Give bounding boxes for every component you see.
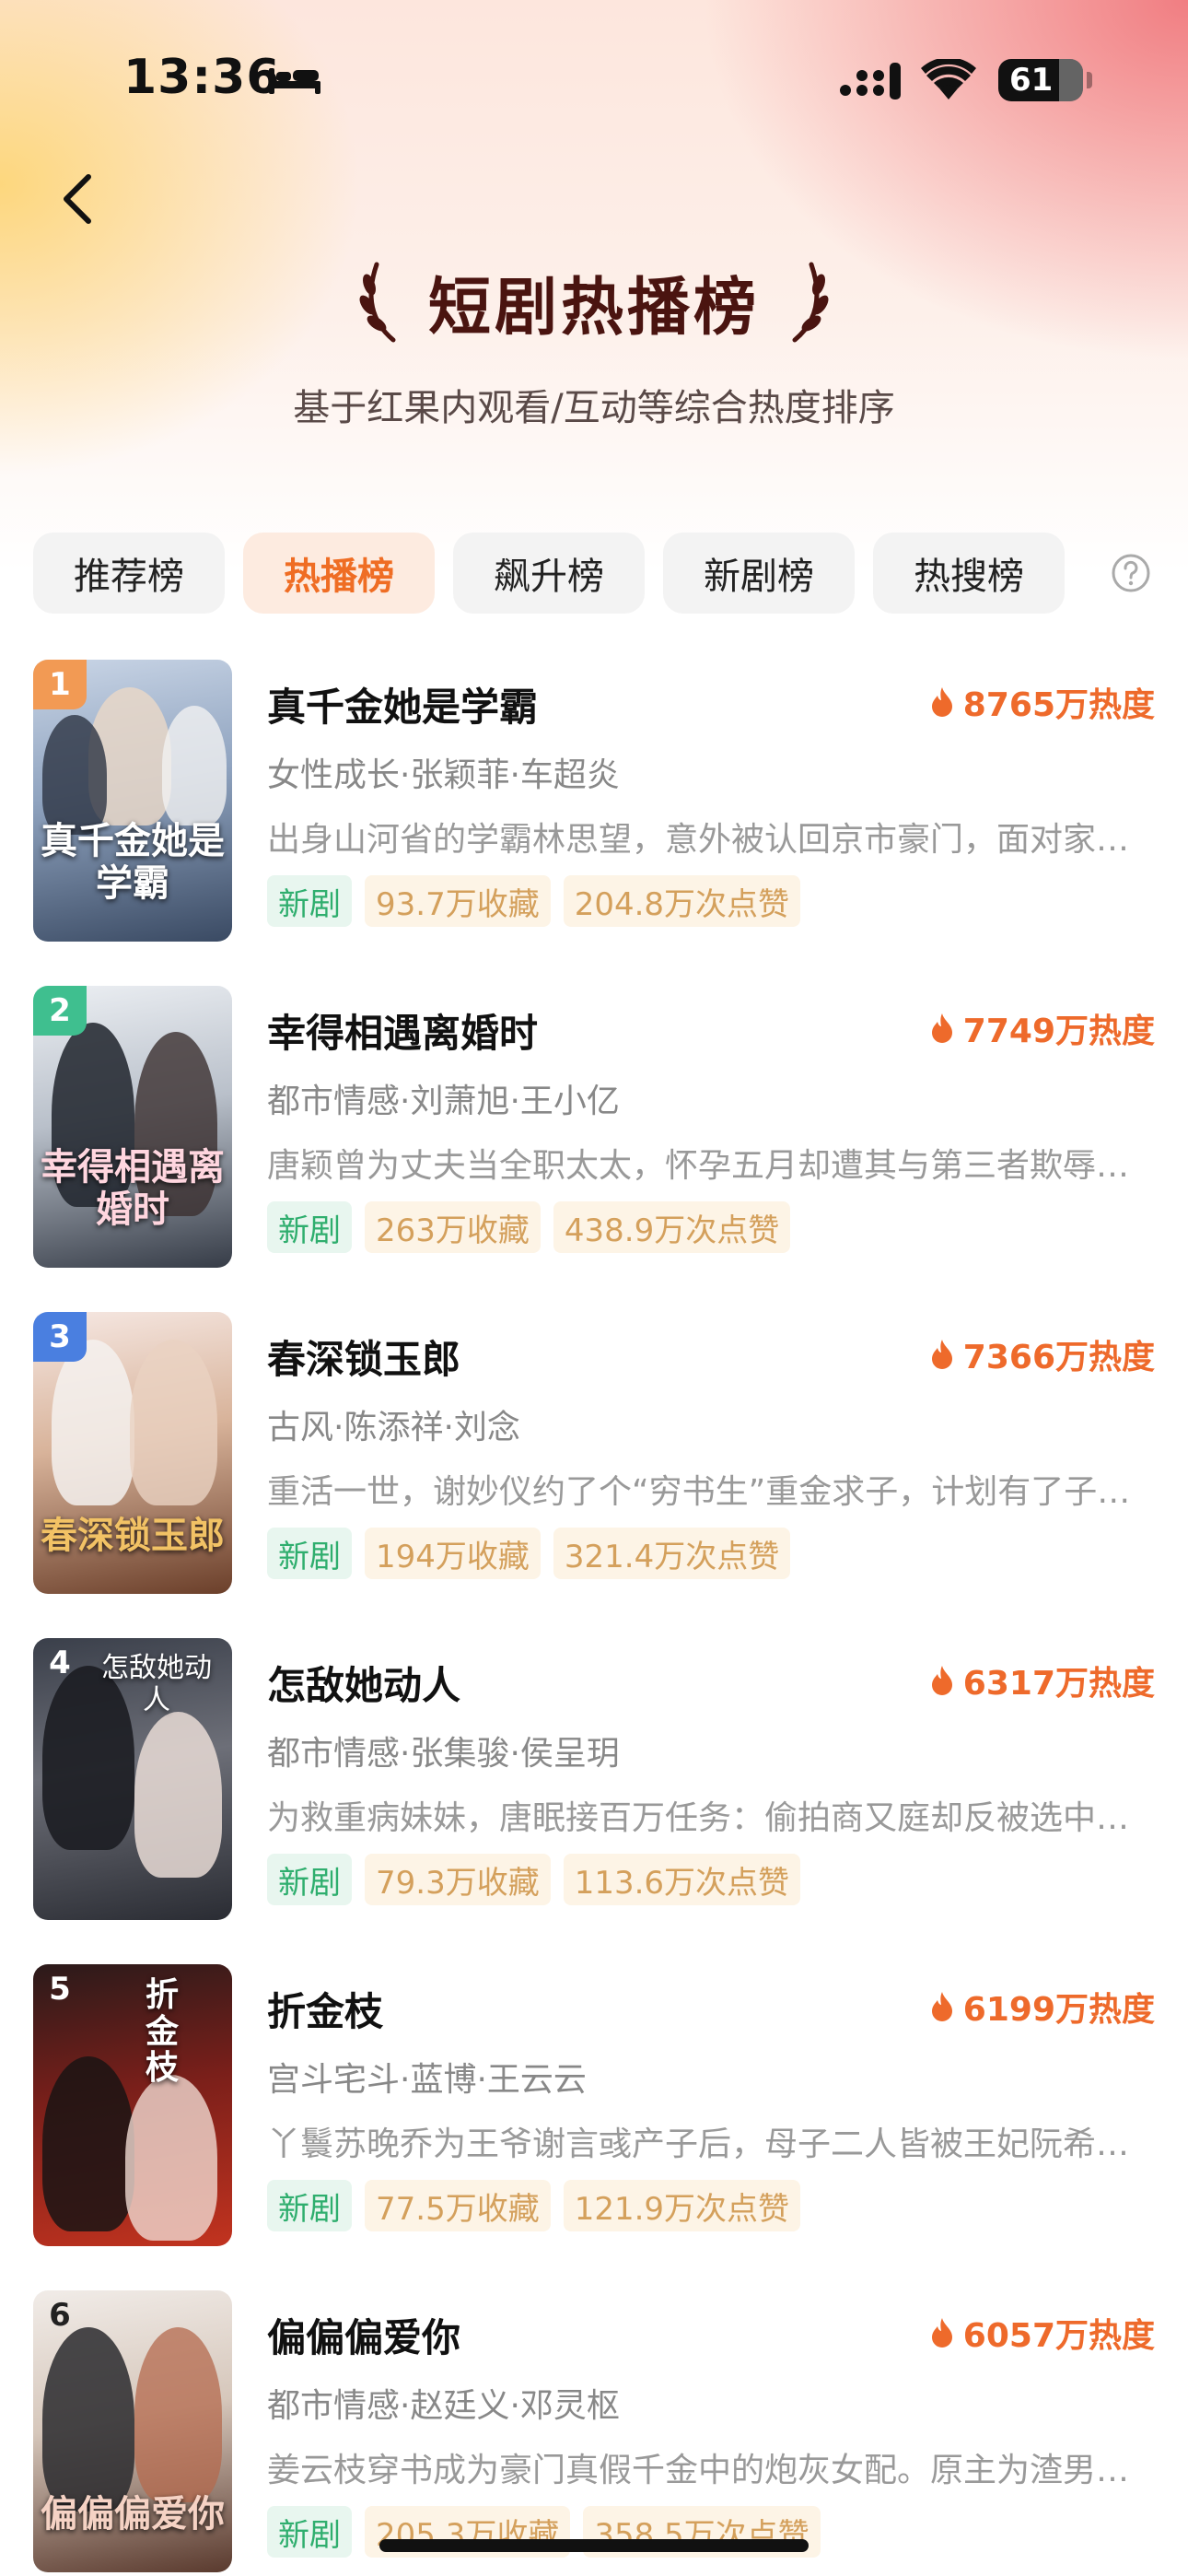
page-title: 短剧热播榜 [427,271,760,345]
status-bar: 13:36 61 [0,0,1188,157]
rank-badge: 5 [49,1971,71,2008]
genre-cast: 宫斗宅斗·蓝博·王云云 [267,2061,587,2099]
help-icon[interactable] [1111,553,1151,593]
flame-icon [931,1666,952,1695]
flame-icon [931,687,952,717]
drama-cover[interactable]: 3 春深锁玉郎 [33,1312,232,1594]
likes-count: 113.6万次点赞 [563,1854,801,1905]
flame-icon [931,1992,952,2021]
tab-hot-playing[interactable]: 热播榜 [243,533,435,614]
synopsis: 出身山河省的学霸林思望，意外被认回京市豪门，面对家… [267,821,1130,859]
heat-score: 6057万热度 [930,2309,1155,2357]
heat-value: 6199万热度 [962,1991,1155,2029]
heat-score: 7366万热度 [930,1330,1155,1378]
likes-count: 438.9万次点赞 [553,1201,791,1253]
new-badge: 新剧 [267,1854,352,1905]
genre-cast: 都市情感·张集骏·侯呈玥 [267,1735,620,1773]
drama-title: 春深锁玉郎 [267,1337,461,1382]
new-badge: 新剧 [267,1201,352,1253]
cover-title: 怎敌她动人 [101,1652,212,1716]
heat-value: 6317万热度 [962,1665,1155,1703]
likes-count: 204.8万次点赞 [563,875,801,927]
list-item[interactable]: 4 怎敌她动人 怎敌她动人 6317万热度 都市情感·张集骏·侯呈玥 为救重病妹… [0,1634,1188,1961]
cover-title: 真千金她是学霸 [41,819,225,905]
favorites-count: 77.5万收藏 [365,2180,551,2231]
genre-cast: 古风·陈添祥·刘念 [267,1409,520,1446]
new-badge: 新剧 [267,2180,352,2231]
status-time: 13:36 [123,50,281,105]
drama-cover[interactable]: 5 折金枝 [33,1964,232,2246]
heat-score: 6317万热度 [930,1657,1155,1704]
list-item[interactable]: 3 春深锁玉郎 春深锁玉郎 7366万热度 古风·陈添祥·刘念 重活一世，谢妙仪… [0,1308,1188,1634]
rank-badge: 1 [33,660,87,709]
favorites-count: 93.7万收藏 [365,875,551,927]
drama-cover[interactable]: 6 偏偏偏爱你 [33,2290,232,2572]
new-badge: 新剧 [267,875,352,927]
drama-title: 真千金她是学霸 [267,685,539,730]
rank-badge: 4 [49,1645,71,1681]
synopsis: 唐颖曾为丈夫当全职太太，怀孕五月却遭其与第三者欺辱… [267,1147,1130,1185]
genre-cast: 都市情感·刘萧旭·王小亿 [267,1083,620,1120]
cellular-signal-icon [840,63,901,100]
rank-badge: 2 [33,986,87,1036]
new-badge: 新剧 [267,1528,352,1579]
list-item[interactable]: 2 幸得相遇离婚时 幸得相遇离婚时 7749万热度 都市情感·刘萧旭·王小亿 唐… [0,982,1188,1308]
favorites-count: 79.3万收藏 [365,1854,551,1905]
tab-rising[interactable]: 飙升榜 [453,533,645,614]
drama-cover[interactable]: 4 怎敌她动人 [33,1638,232,1920]
synopsis: 为救重病妹妹，唐眠接百万任务：偷拍商又庭却反被选中… [267,1799,1130,1837]
drama-cover[interactable]: 1 真千金她是学霸 [33,660,232,942]
battery-indicator: 61 [998,59,1092,101]
synopsis: 姜云枝穿书成为豪门真假千金中的炮灰女配。原主为渣男… [267,2452,1130,2489]
favorites-count: 263万收藏 [365,1201,541,1253]
cover-title: 春深锁玉郎 [41,1514,225,1557]
likes-count: 321.4万次点赞 [553,1528,791,1579]
cover-title: 折金枝 [145,1975,179,2088]
flame-icon [931,1340,952,1369]
list-item[interactable]: 5 折金枝 折金枝 6199万热度 宫斗宅斗·蓝博·王云云 丫鬟苏晚乔为王爷谢言… [0,1961,1188,2287]
heat-value: 6057万热度 [962,2317,1155,2355]
tab-new-drama[interactable]: 新剧榜 [663,533,855,614]
favorites-count: 194万收藏 [365,1528,541,1579]
sleep-focus-icon [269,68,320,94]
new-badge: 新剧 [267,2506,352,2558]
laurel-left-icon [359,262,396,343]
drama-list: 1 真千金她是学霸 真千金她是学霸 8765万热度 女性成长·张颖菲·车超炎 出… [0,656,1188,2576]
drama-title: 偏偏偏爱你 [267,2315,461,2360]
heat-value: 7749万热度 [962,1013,1155,1050]
wifi-icon [921,59,976,100]
heat-score: 8765万热度 [930,678,1155,726]
heat-score: 6199万热度 [930,1983,1155,2031]
list-item[interactable]: 6 偏偏偏爱你 偏偏偏爱你 6057万热度 都市情感·赵廷义·邓灵枢 姜云枝穿书… [0,2287,1188,2576]
drama-title: 怎敌她动人 [267,1663,461,1708]
synopsis: 丫鬟苏晚乔为王爷谢言彧产子后，母子二人皆被王妃阮希… [267,2125,1130,2163]
drama-title: 幸得相遇离婚时 [267,1011,539,1056]
heat-value: 8765万热度 [962,686,1155,724]
heat-value: 7366万热度 [962,1339,1155,1376]
genre-cast: 都市情感·赵廷义·邓灵枢 [267,2387,620,2425]
tab-recommended[interactable]: 推荐榜 [33,533,225,614]
flame-icon [931,2318,952,2348]
back-arrow-icon[interactable] [57,171,99,227]
cover-title: 幸得相遇离婚时 [41,1145,225,1231]
ranking-tabs: 推荐榜 热播榜 飙升榜 新剧榜 热搜榜 [33,533,1083,614]
page-title-block: 短剧热播榜 [0,251,1188,352]
genre-cast: 女性成长·张颖菲·车超炎 [267,756,620,794]
page-subtitle: 基于红果内观看/互动等综合热度排序 [293,387,895,429]
list-item[interactable]: 1 真千金她是学霸 真千金她是学霸 8765万热度 女性成长·张颖菲·车超炎 出… [0,656,1188,982]
battery-level: 61 [1009,62,1054,99]
cover-title: 偏偏偏爱你 [41,2492,225,2535]
tab-hot-search[interactable]: 热搜榜 [873,533,1065,614]
laurel-right-icon [792,262,829,343]
heat-score: 7749万热度 [930,1004,1155,1052]
home-indicator[interactable] [379,2539,809,2552]
drama-title: 折金枝 [267,1989,384,2034]
likes-count: 121.9万次点赞 [563,2180,801,2231]
rank-badge: 6 [49,2297,71,2334]
flame-icon [931,1013,952,1043]
rank-badge: 3 [33,1312,87,1362]
drama-cover[interactable]: 2 幸得相遇离婚时 [33,986,232,1268]
synopsis: 重活一世，谢妙仪约了个“穷书生”重金求子，计划有了子… [267,1473,1131,1511]
